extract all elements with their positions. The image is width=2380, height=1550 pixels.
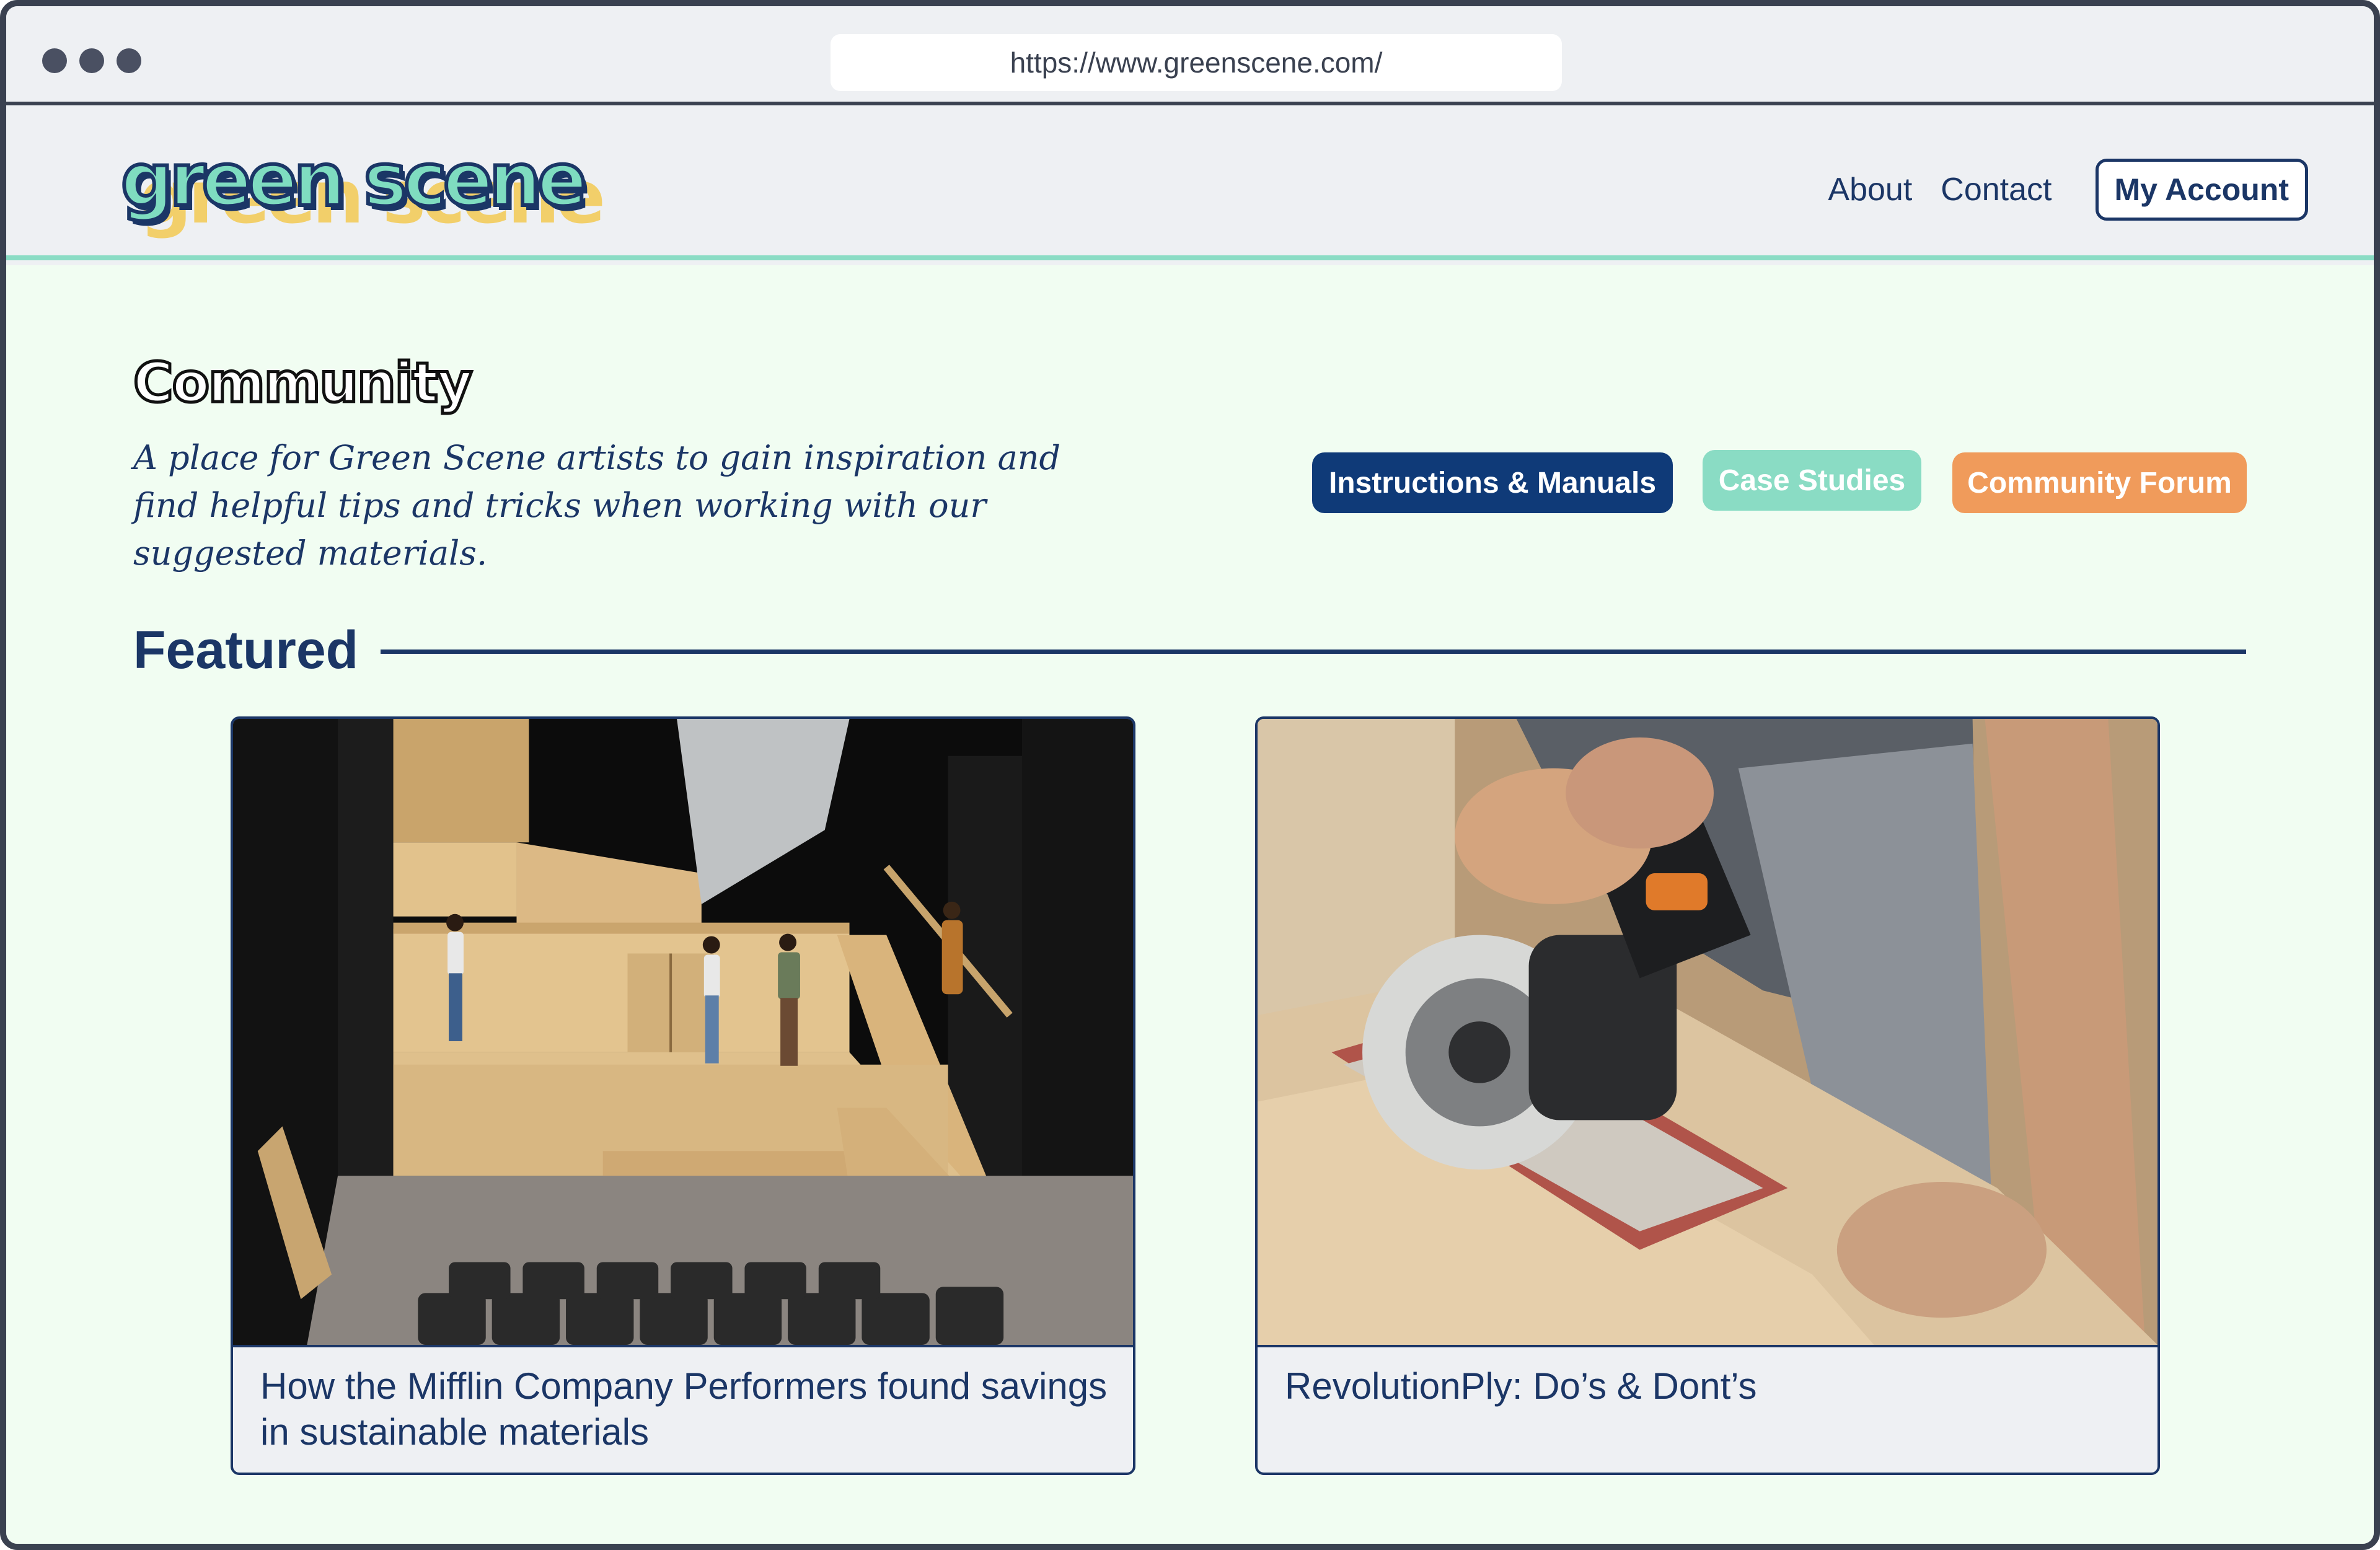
featured-card[interactable]: How the Mifflin Company Performers found… [231, 716, 1135, 1475]
main-content: Community A place for Green Scene artist… [6, 265, 2374, 1544]
featured-card[interactable]: RevolutionPly: Do’s & Dont’s [1255, 716, 2160, 1475]
site-header: green scene green scene About Contact My… [6, 109, 2374, 260]
card-caption[interactable]: RevolutionPly: Do’s & Dont’s [1285, 1363, 2140, 1409]
featured-divider [381, 650, 2246, 654]
close-window-icon[interactable] [42, 48, 67, 73]
featured-heading: Featured [133, 620, 359, 680]
nav-link-contact[interactable]: Contact [1941, 171, 2052, 208]
page-intro: A place for Green Scene artists to gain … [133, 438, 1061, 573]
browser-window: https://www.greenscene.com/ green scene … [0, 0, 2380, 1550]
case-studies-button[interactable]: Case Studies [1703, 450, 1921, 511]
logo-text: green scene [119, 137, 589, 222]
card-caption[interactable]: How the Mifflin Company Performers found… [260, 1363, 1116, 1455]
circular-saw-illustration [1258, 719, 2157, 1345]
window-controls [42, 48, 141, 73]
browser-toolbar: https://www.greenscene.com/ [6, 6, 2374, 105]
main-nav: About Contact My Account [1799, 159, 2308, 221]
community-forum-button[interactable]: Community Forum [1952, 452, 2247, 513]
theater-stage-illustration [233, 719, 1133, 1345]
site-logo[interactable]: green scene green scene [119, 137, 606, 234]
theater-stage-image[interactable] [233, 719, 1133, 1347]
nav-link-about[interactable]: About [1828, 171, 1912, 208]
address-bar[interactable]: https://www.greenscene.com/ [831, 34, 1562, 91]
maximize-window-icon[interactable] [117, 48, 141, 73]
circular-saw-image[interactable] [1258, 719, 2157, 1347]
page-title: Community [131, 350, 474, 416]
minimize-window-icon[interactable] [79, 48, 104, 73]
address-bar-url: https://www.greenscene.com/ [1010, 46, 1383, 79]
instructions-manuals-button[interactable]: Instructions & Manuals [1312, 452, 1673, 513]
my-account-button[interactable]: My Account [2095, 159, 2308, 221]
